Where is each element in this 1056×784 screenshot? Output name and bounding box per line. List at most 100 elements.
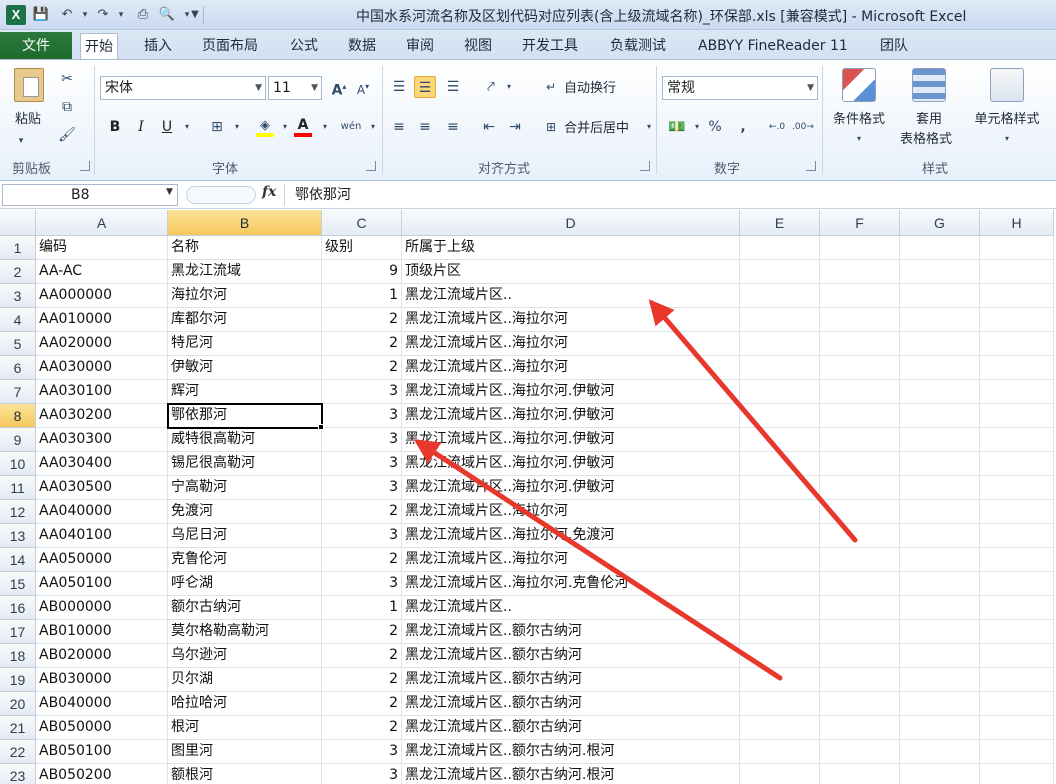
cell-e18[interactable] [740,644,820,668]
cell-b21[interactable]: 根河 [168,716,322,740]
cell-b17[interactable]: 莫尔格勒高勒河 [168,620,322,644]
cell-g4[interactable] [900,308,980,332]
phonetic-guide-icon[interactable]: wén [340,116,362,138]
excel-app-icon[interactable]: X [6,5,26,25]
row-header[interactable]: 1 [0,236,36,260]
cell-e23[interactable] [740,764,820,784]
row-header[interactable]: 19 [0,668,36,692]
cell-d3[interactable]: 黑龙江流域片区.. [402,284,740,308]
cell-h2[interactable] [980,260,1054,284]
cell-f7[interactable] [820,380,900,404]
bold-button[interactable]: B [104,116,126,138]
cell-a5[interactable]: AA020000 [36,332,168,356]
fill-handle[interactable] [318,424,324,430]
cell-g15[interactable] [900,572,980,596]
cell-g3[interactable] [900,284,980,308]
decrease-decimal-icon[interactable]: .00→ [792,116,814,138]
cell-e22[interactable] [740,740,820,764]
cell-h20[interactable] [980,692,1054,716]
cell-a6[interactable]: AA030000 [36,356,168,380]
cell-f9[interactable] [820,428,900,452]
cell-e2[interactable] [740,260,820,284]
cell-b2[interactable]: 黑龙江流域 [168,260,322,284]
comma-style-button[interactable]: , [732,116,754,138]
cell-h7[interactable] [980,380,1054,404]
cell-a1[interactable]: 编码 [36,236,168,260]
wrap-text-button[interactable]: 自动换行 [564,77,616,101]
cell-g2[interactable] [900,260,980,284]
cell-e21[interactable] [740,716,820,740]
paste-icon[interactable] [14,68,44,102]
cell-g1[interactable] [900,236,980,260]
increase-indent-icon[interactable]: ⇥ [504,116,526,138]
undo-icon[interactable]: ↶ [58,6,76,24]
cell-b3[interactable]: 海拉尔河 [168,284,322,308]
cell-e5[interactable] [740,332,820,356]
cell-a4[interactable]: AA010000 [36,308,168,332]
cell-f12[interactable] [820,500,900,524]
row-header[interactable]: 6 [0,356,36,380]
cell-a21[interactable]: AB050000 [36,716,168,740]
conditional-formatting-dropdown-icon[interactable]: ▾ [848,128,870,150]
tab-page-layout[interactable]: 页面布局 [198,33,262,60]
column-header-a[interactable]: A [36,210,168,236]
cell-f19[interactable] [820,668,900,692]
percent-style-button[interactable]: % [704,116,726,138]
cell-e20[interactable] [740,692,820,716]
column-header-c[interactable]: C [322,210,402,236]
cell-e7[interactable] [740,380,820,404]
cell-a15[interactable]: AA050100 [36,572,168,596]
format-as-table-icon[interactable] [912,68,946,102]
row-header[interactable]: 20 [0,692,36,716]
fill-color-icon[interactable]: ◈ [254,114,276,137]
cell-c23[interactable]: 3 [322,764,402,784]
cell-d8[interactable]: 黑龙江流域片区..海拉尔河.伊敏河 [402,404,740,428]
column-header-d[interactable]: D [402,210,740,236]
column-header-g[interactable]: G [900,210,980,236]
cell-a12[interactable]: AA040000 [36,500,168,524]
wrap-text-icon[interactable]: ↵ [540,76,562,98]
cell-h9[interactable] [980,428,1054,452]
cell-e8[interactable] [740,404,820,428]
cell-d12[interactable]: 黑龙江流域片区..海拉尔河 [402,500,740,524]
copy-icon[interactable]: ⧉ [56,96,78,118]
row-header[interactable]: 10 [0,452,36,476]
tab-abbyy[interactable]: ABBYY FineReader 11 [694,33,852,60]
number-format-select[interactable]: 常规 ▼ [662,76,818,100]
cell-c4[interactable]: 2 [322,308,402,332]
cell-e9[interactable] [740,428,820,452]
cell-c20[interactable]: 2 [322,692,402,716]
increase-decimal-icon[interactable]: ←.0 [766,116,788,138]
cell-h1[interactable] [980,236,1054,260]
cell-d7[interactable]: 黑龙江流域片区..海拉尔河.伊敏河 [402,380,740,404]
cell-h14[interactable] [980,548,1054,572]
paste-button[interactable]: 粘贴 [10,108,46,132]
print-preview-icon[interactable]: 🔍 [158,6,176,24]
cell-b12[interactable]: 免渡河 [168,500,322,524]
cell-a13[interactable]: AA040100 [36,524,168,548]
cell-d16[interactable]: 黑龙江流域片区.. [402,596,740,620]
cell-d2[interactable]: 顶级片区 [402,260,740,284]
cell-a18[interactable]: AB020000 [36,644,168,668]
cell-h15[interactable] [980,572,1054,596]
cell-c16[interactable]: 1 [322,596,402,620]
row-header[interactable]: 4 [0,308,36,332]
cell-c15[interactable]: 3 [322,572,402,596]
customize-qat-icon[interactable]: ▼ [186,6,204,24]
cell-b16[interactable]: 额尔古纳河 [168,596,322,620]
font-color-dropdown-icon[interactable]: ▾ [314,116,336,138]
cell-b5[interactable]: 特尼河 [168,332,322,356]
row-header[interactable]: 11 [0,476,36,500]
cell-c19[interactable]: 2 [322,668,402,692]
cell-g14[interactable] [900,548,980,572]
cell-g13[interactable] [900,524,980,548]
cell-g22[interactable] [900,740,980,764]
paste-dropdown-icon[interactable]: ▾ [10,130,32,152]
cell-d20[interactable]: 黑龙江流域片区..额尔古纳河 [402,692,740,716]
decrease-indent-icon[interactable]: ⇤ [478,116,500,138]
row-header[interactable]: 2 [0,260,36,284]
cell-c9[interactable]: 3 [322,428,402,452]
cell-e15[interactable] [740,572,820,596]
row-header[interactable]: 5 [0,332,36,356]
borders-icon[interactable]: ⊞ [206,116,228,138]
